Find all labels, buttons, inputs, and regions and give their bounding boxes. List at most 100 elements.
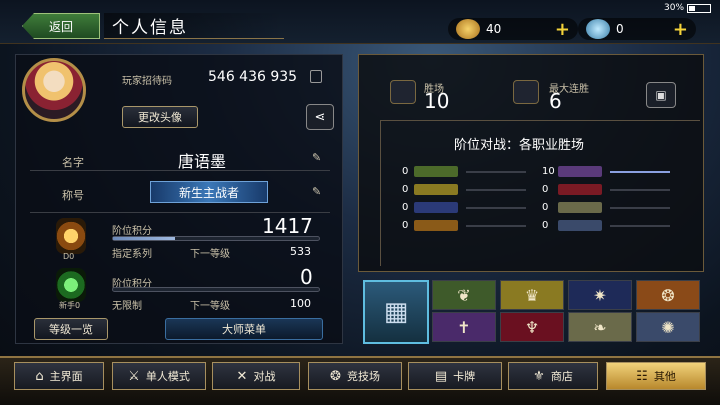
- star-sigil-icon[interactable]: ✷: [568, 280, 632, 310]
- rank-emblem-icon: [56, 218, 86, 254]
- title-badge[interactable]: 新生主战者: [150, 181, 268, 203]
- nav-home-button[interactable]: ⌂ 主界面: [14, 362, 104, 390]
- class-win-count: 0: [402, 220, 409, 231]
- add-gold-button[interactable]: +: [555, 19, 570, 40]
- streak-icon: [513, 80, 539, 104]
- divider: [30, 170, 330, 171]
- class-win-row: 0: [402, 165, 526, 178]
- crossed-swords-icon: ✕: [236, 368, 248, 384]
- bat-icon[interactable]: ♆: [500, 312, 564, 342]
- class-win-row: 0: [542, 201, 670, 214]
- invite-code: 546 436 935: [208, 69, 298, 85]
- invite-code-label: 玩家招待码: [122, 76, 172, 87]
- class-wins-right: 10 0 0 0: [542, 165, 670, 237]
- ranked-points: 1417: [262, 214, 313, 238]
- class-color-chip: [558, 184, 602, 195]
- tombstone-icon[interactable]: ✝: [432, 312, 496, 342]
- ranked-progress-bar: [112, 236, 320, 241]
- class-color-chip: [558, 220, 602, 231]
- class-win-row: 0: [542, 183, 670, 196]
- crown-icon[interactable]: ♛: [500, 280, 564, 310]
- class-wins-title: 阶位对战：各职业胜场: [454, 138, 585, 153]
- rank-badge: D0: [63, 252, 75, 261]
- crystal-resource: 0 +: [578, 18, 696, 40]
- master-menu-button[interactable]: 大师菜单: [165, 318, 323, 340]
- back-label: 返回: [48, 19, 73, 34]
- player-avatar: [22, 58, 86, 122]
- nav-label: 对战: [253, 370, 276, 383]
- unlimited-series: 无限制: [112, 301, 142, 312]
- class-win-count: 0: [542, 184, 549, 195]
- ranked-points-label: 阶位积分: [112, 226, 152, 237]
- class-win-row: 0: [402, 201, 526, 214]
- copy-icon[interactable]: [310, 70, 322, 83]
- wings-icon[interactable]: ❧: [568, 312, 632, 342]
- nav-shop-button[interactable]: ⚜ 商店: [508, 362, 598, 390]
- battery-icon: [687, 3, 712, 13]
- unlimited-next-label: 下一等级: [190, 301, 230, 312]
- class-win-count: 0: [402, 166, 409, 177]
- class-win-row: 0: [542, 219, 670, 232]
- class-win-row: 0: [402, 183, 526, 196]
- nav-label: 其他: [653, 370, 676, 383]
- divider: [30, 212, 330, 213]
- title-label: 称号: [62, 189, 84, 202]
- back-button[interactable]: 返回: [22, 13, 100, 39]
- cards-icon: ▤: [434, 368, 448, 384]
- leaf-icon[interactable]: ❦: [432, 280, 496, 310]
- class-win-bar: [466, 188, 526, 191]
- nav-crossed-swords-button[interactable]: ✕ 对战: [212, 362, 300, 390]
- nav-sword-button[interactable]: ⚔ 单人模式: [112, 362, 206, 390]
- nav-arena-button[interactable]: ❂ 竞技场: [308, 362, 402, 390]
- class-win-bar: [610, 224, 670, 227]
- ranked-next-label: 下一等级: [190, 249, 230, 260]
- class-color-chip: [558, 202, 602, 213]
- streak-count: 6: [549, 89, 562, 113]
- edit-title-icon[interactable]: ✎: [312, 185, 321, 198]
- arena-icon: ❂: [330, 368, 341, 384]
- nav-cards-button[interactable]: ▤ 卡牌: [408, 362, 502, 390]
- unlimited-points: 0: [300, 265, 313, 289]
- class-win-count: 0: [402, 184, 409, 195]
- class-win-bar: [466, 206, 526, 209]
- sword-icon: ⚔: [128, 368, 140, 384]
- swirl-icon[interactable]: ✺: [636, 312, 700, 342]
- shop-icon: ⚜: [533, 368, 545, 384]
- class-win-count: 0: [542, 202, 549, 213]
- battery-indicator: 30%: [664, 3, 712, 13]
- class-win-count: 0: [542, 220, 549, 231]
- home-icon: ⌂: [35, 368, 44, 384]
- name-label: 名字: [62, 156, 84, 169]
- novice-badge: 新手0: [59, 301, 81, 310]
- share-icon[interactable]: ⋖: [306, 104, 334, 130]
- class-color-chip: [414, 202, 458, 213]
- battery-text: 30%: [664, 3, 685, 13]
- nav-label: 商店: [550, 370, 573, 383]
- nav-menu-button[interactable]: ☷ 其他: [606, 362, 706, 390]
- class-color-chip: [414, 166, 458, 177]
- novice-emblem-icon: [56, 268, 86, 302]
- edit-name-icon[interactable]: ✎: [312, 151, 321, 164]
- dragon-icon[interactable]: ❂: [636, 280, 700, 310]
- change-avatar-button[interactable]: 更改头像: [122, 106, 198, 128]
- gold-resource: 40 +: [448, 18, 578, 40]
- class-win-bar: [610, 206, 670, 209]
- crystal-amount: 0: [616, 22, 624, 36]
- toggle-view-icon[interactable]: ▣: [646, 82, 676, 108]
- player-name: 唐语墨: [178, 152, 227, 171]
- ranked-next-value: 533: [290, 245, 311, 258]
- add-crystal-button[interactable]: +: [673, 19, 688, 40]
- level-list-button[interactable]: 等级一览: [34, 318, 108, 340]
- class-wins-left: 0 0 0 0: [402, 165, 526, 237]
- ranked-series: 指定系列: [112, 249, 152, 260]
- gold-coin-icon: [456, 19, 480, 39]
- gold-amount: 40: [486, 22, 502, 36]
- page-title: 个人信息: [104, 13, 284, 39]
- neutral-cardback-icon[interactable]: ▦: [363, 280, 429, 344]
- menu-icon: ☷: [636, 368, 648, 384]
- unlimited-progress-bar: [112, 287, 320, 292]
- nav-label: 单人模式: [145, 370, 190, 383]
- wins-icon: [390, 80, 416, 104]
- class-color-chip: [414, 220, 458, 231]
- class-win-bar: [466, 170, 526, 173]
